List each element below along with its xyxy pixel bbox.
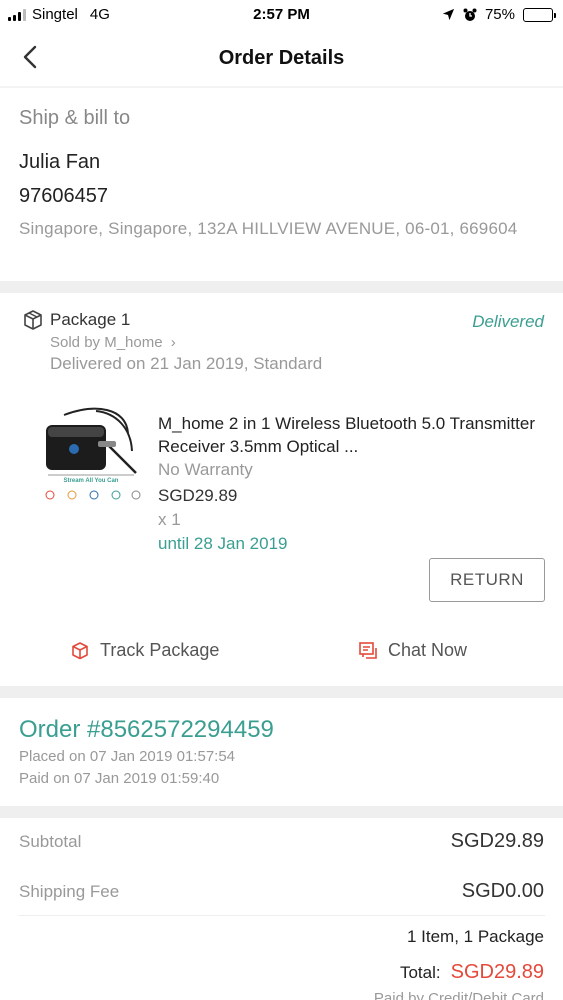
chat-now-button[interactable]: Chat Now xyxy=(358,640,467,661)
battery-percent: 75% xyxy=(484,6,515,23)
product-name[interactable]: M_home 2 in 1 Wireless Bluetooth 5.0 Tra… xyxy=(158,412,538,458)
total-label: Total: xyxy=(399,963,441,982)
chat-icon xyxy=(359,641,377,659)
section-divider xyxy=(0,686,563,698)
items-count: 1 Item, 1 Package xyxy=(406,927,544,946)
shipping-fee-label: Shipping Fee xyxy=(19,882,120,901)
package-title: Package 1 xyxy=(50,310,131,329)
total-value: SGD29.89 xyxy=(450,961,544,983)
recipient-name: Julia Fan xyxy=(19,151,101,173)
product-warranty: No Warranty xyxy=(158,460,253,479)
section-divider xyxy=(0,281,563,293)
return-until-date: until 28 Jan 2019 xyxy=(158,534,288,553)
chevron-right-icon: › xyxy=(170,334,176,351)
shipping-fee-value: SGD0.00 xyxy=(461,880,544,902)
seller-link[interactable]: Sold by M_home › xyxy=(50,334,176,351)
product-price: SGD29.89 xyxy=(158,486,238,505)
package-status: Delivered xyxy=(472,312,544,331)
track-package-button[interactable]: Track Package xyxy=(70,640,219,661)
seller-name: Sold by M_home xyxy=(50,334,163,351)
order-placed-date: Placed on 07 Jan 2019 01:57:54 xyxy=(19,748,236,765)
page-title: Order Details xyxy=(218,47,345,69)
chat-now-label: Chat Now xyxy=(388,640,468,660)
delivery-info: Delivered on 21 Jan 2019, Standard xyxy=(50,354,323,373)
nav-bar: Order Details xyxy=(0,30,563,86)
order-total: Total: SGD29.89 xyxy=(400,961,544,984)
track-package-label: Track Package xyxy=(100,640,220,660)
status-bar: Singtel 4G 2:57 PM 75% xyxy=(0,0,563,30)
section-divider xyxy=(0,806,563,818)
order-number: Order #8562572294459 xyxy=(19,716,274,743)
truck-box-icon xyxy=(72,641,88,659)
order-paid-date: Paid on 07 Jan 2019 01:59:40 xyxy=(19,770,220,787)
payment-method: Paid by Credit/Debit Card xyxy=(373,990,544,1000)
location-arrow-icon xyxy=(442,8,455,21)
subtotal-label: Subtotal xyxy=(19,832,82,851)
product-image[interactable]: Stream All You Can xyxy=(36,403,146,513)
shipping-address: Singapore, Singapore, 132A HILLVIEW AVEN… xyxy=(19,219,518,238)
battery-icon xyxy=(523,7,556,22)
product-quantity: x 1 xyxy=(158,510,181,529)
recipient-phone: 97606457 xyxy=(19,185,108,207)
return-button[interactable]: RETURN xyxy=(429,558,545,602)
summary-divider xyxy=(19,915,545,916)
ship-heading: Ship & bill to xyxy=(19,107,131,129)
package-box-icon xyxy=(24,310,42,330)
svg-text:Stream All You Can: Stream All You Can xyxy=(64,478,119,484)
subtotal-value: SGD29.89 xyxy=(450,830,544,852)
status-right: 75% xyxy=(442,6,556,23)
divider xyxy=(0,86,563,88)
alarm-icon xyxy=(463,8,477,21)
